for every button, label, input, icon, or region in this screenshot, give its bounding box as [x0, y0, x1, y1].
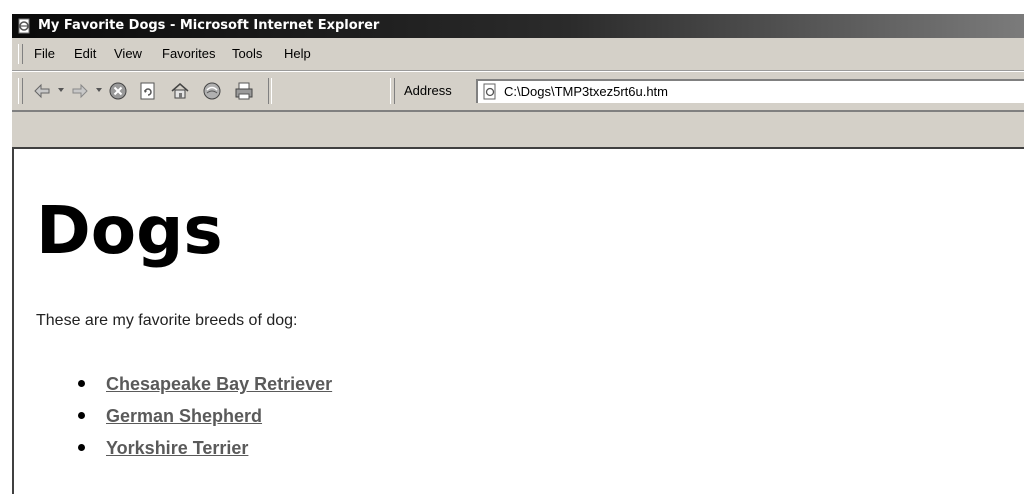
list-item: German Shepherd [50, 403, 332, 435]
bullet-icon [78, 380, 85, 387]
breed-link-chesapeake[interactable]: Chesapeake Bay Retriever [106, 374, 332, 394]
menu-edit[interactable]: Edit [74, 45, 96, 63]
forward-dropdown-icon[interactable] [96, 88, 102, 92]
window-title: My Favorite Dogs - Microsoft Internet Ex… [38, 18, 380, 33]
address-grip [390, 78, 395, 104]
breed-list: Chesapeake Bay Retriever German Shepherd… [50, 371, 332, 467]
address-label: Address [404, 83, 452, 98]
intro-text: These are my favorite breeds of dog: [36, 312, 298, 329]
page-icon [483, 83, 496, 100]
breed-link-german-shepherd[interactable]: German Shepherd [106, 406, 262, 426]
stop-icon[interactable] [108, 81, 128, 101]
back-icon[interactable] [32, 81, 52, 101]
back-dropdown-icon[interactable] [58, 88, 64, 92]
forward-icon[interactable] [70, 81, 90, 101]
menu-file[interactable]: File [34, 45, 55, 63]
refresh-icon[interactable] [138, 81, 158, 101]
address-value[interactable]: C:\Dogs\TMP3txez5rt6u.htm [504, 83, 668, 101]
menu-bar: File Edit View Favorites Tools Help [12, 38, 1024, 71]
list-item: Chesapeake Bay Retriever [50, 371, 332, 403]
bullet-icon [78, 444, 85, 451]
page-heading: Dogs [36, 192, 223, 269]
toolbar-grip [18, 78, 23, 104]
bullet-icon [78, 412, 85, 419]
ie-page-icon [18, 18, 30, 34]
menu-tools[interactable]: Tools [232, 45, 262, 63]
toolbar-separator [268, 78, 272, 104]
list-item: Yorkshire Terrier [50, 435, 332, 467]
menu-favorites[interactable]: Favorites [162, 45, 215, 63]
page-content: Dogs These are my favorite breeds of dog… [12, 147, 1024, 494]
menu-view[interactable]: View [114, 45, 142, 63]
address-input[interactable]: C:\Dogs\TMP3txez5rt6u.htm [476, 79, 1024, 103]
title-bar: My Favorite Dogs - Microsoft Internet Ex… [12, 14, 1024, 38]
home-icon[interactable] [170, 81, 190, 101]
menu-grip [18, 44, 23, 64]
search-icon[interactable] [202, 81, 222, 101]
print-icon[interactable] [234, 81, 254, 101]
breed-link-yorkshire[interactable]: Yorkshire Terrier [106, 438, 248, 458]
menu-help[interactable]: Help [284, 45, 311, 63]
toolbar: Address C:\Dogs\TMP3txez5rt6u.htm [12, 71, 1024, 112]
